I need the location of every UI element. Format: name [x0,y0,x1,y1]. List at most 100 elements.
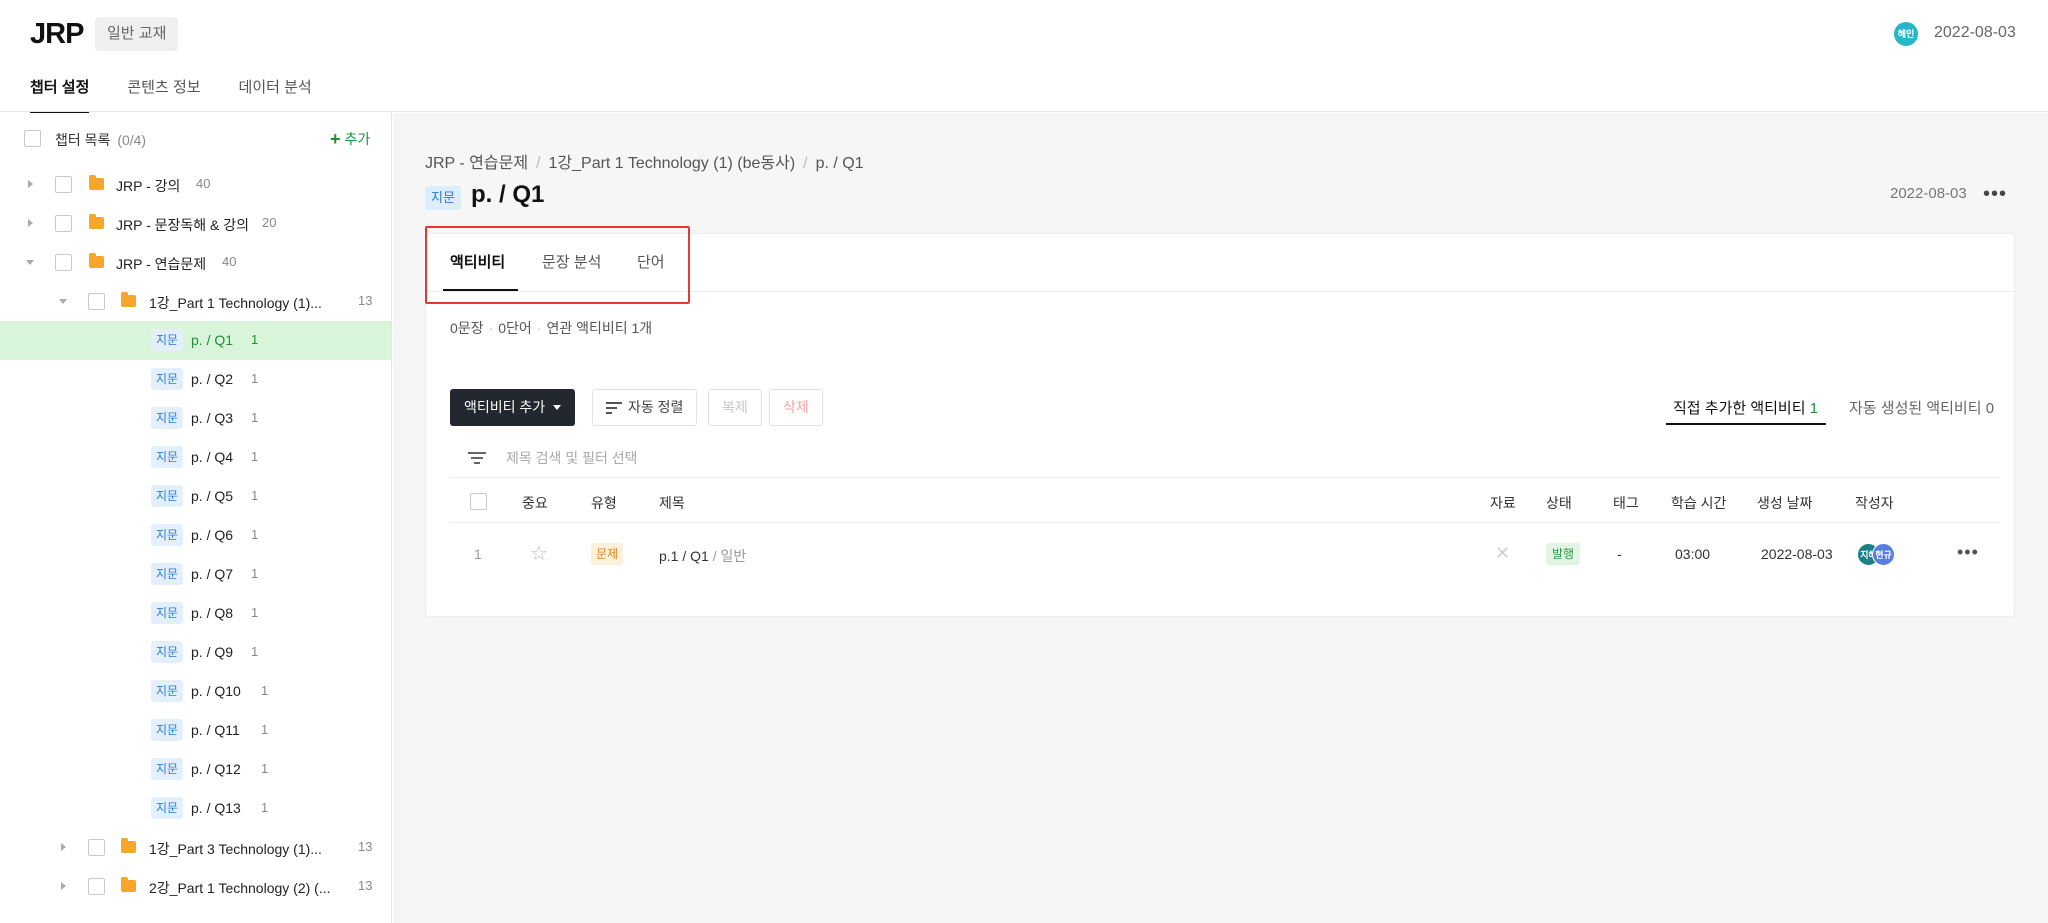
tree-item-count: 1 [251,449,259,464]
add-activity-button[interactable]: 액티비티 추가 [450,389,576,426]
tree-item-label: p. / Q4 [191,449,234,465]
folder-icon [121,838,136,853]
manual-activities-label: 직접 추가한 액티비티 [1673,400,1806,417]
delete-button[interactable]: 삭제 [769,389,823,426]
breadcrumb: JRP - 연습문제 / 1강_Part 1 Technology (1) (be동… [425,149,864,173]
tree-item-label: JRP - 문장독해 & 강의 [116,217,250,233]
filter-icon[interactable] [468,452,486,464]
expand-caret-icon[interactable] [61,843,66,851]
column-type[interactable]: 유형 [591,493,617,513]
tree-item-folder[interactable]: JRP - 강의 40 [0,165,391,204]
column-title[interactable]: 제목 [659,493,685,513]
copy-button[interactable]: 복제 [708,389,762,426]
auto-sort-button[interactable]: 자동 정렬 [592,389,698,426]
column-study-time[interactable]: 학습 시간 [1671,493,1726,513]
add-chapter-button[interactable]: + 추가 [330,129,370,150]
tree-item-count: 1 [261,800,269,815]
expand-caret-icon[interactable] [28,219,33,227]
tree-item-folder[interactable]: 2강_Part 1 Technology (2) (... 13 [0,867,391,906]
folder-icon [89,175,104,190]
collapse-caret-icon[interactable] [59,299,67,304]
tree-item-label: p. / Q3 [191,410,234,426]
activity-title[interactable]: p.1 / Q1 / 일반 [659,546,746,566]
passage-tag: 지문 [151,524,184,546]
chapter-list-header: 챕터 목록 (0/4) + 추가 [0,113,391,165]
tree-item-folder[interactable]: JRP - 연습문제 40 [0,243,391,282]
column-tag[interactable]: 태그 [1613,493,1639,513]
search-filter-placeholder[interactable]: 제목 검색 및 필터 선택 [506,448,637,468]
more-options-icon[interactable]: ••• [1983,183,2007,206]
row-checkbox[interactable] [88,839,105,856]
tree-item-folder[interactable]: 1강_Part 1 Technology (1)... 13 [0,282,391,321]
row-checkbox[interactable] [88,293,105,310]
row-more-icon[interactable]: ••• [1957,542,1979,563]
folder-icon [89,253,104,268]
tree-item-passage[interactable]: 지문 p. / Q10 1 [0,672,391,711]
author-avatar[interactable]: 현규 [1872,543,1895,566]
tab-content-info[interactable]: 콘텐츠 정보 [127,70,200,114]
expand-caret-icon[interactable] [61,882,66,890]
passage-tag: 지문 [151,368,184,390]
tree-item-passage[interactable]: 지문 p. / Q9 1 [0,633,391,672]
tree-item-count: 1 [251,410,259,425]
row-checkbox[interactable] [88,878,105,895]
row-checkbox[interactable] [55,215,72,232]
column-created-date[interactable]: 생성 날짜 [1757,493,1812,513]
column-status[interactable]: 상태 [1546,493,1572,513]
tab-chapter-settings[interactable]: 챕터 설정 [30,70,90,114]
auto-activities-tab[interactable]: 자동 생성된 액티비티 0 [1849,397,1994,418]
column-important[interactable]: 중요 [522,493,548,513]
tree-item-passage[interactable]: 지문 p. / Q7 1 [0,555,391,594]
tree-item-passage[interactable]: 지문 p. / Q2 1 [0,360,391,399]
select-all-rows-checkbox[interactable] [470,493,487,510]
tree-item-passage[interactable]: 지문 p. / Q3 1 [0,399,391,438]
tree-item-count: 1 [261,761,269,776]
breadcrumb-item[interactable]: 1강_Part 1 Technology (1) (be동사) [549,155,796,172]
tree-item-label: 1강_Part 3 Technology (1)... [149,841,322,857]
tree-item-passage[interactable]: 지문 p. / Q8 1 [0,594,391,633]
auto-activities-label: 자동 생성된 액티비티 [1849,400,1982,417]
book-type-badge: 일반 교재 [95,17,179,51]
expand-caret-icon[interactable] [28,180,33,188]
tree-item-passage[interactable]: 지문 p. / Q11 1 [0,711,391,750]
passage-tag: 지문 [151,797,184,819]
user-avatar[interactable]: 혜인 [1894,22,1918,46]
folder-icon [121,292,136,307]
row-checkbox[interactable] [55,176,72,193]
tree-item-passage[interactable]: 지문 p. / Q5 1 [0,477,391,516]
tree-item-passage[interactable]: 지문 p. / Q13 1 [0,789,391,828]
column-author[interactable]: 작성자 [1855,493,1894,513]
search-filter-bar[interactable]: 제목 검색 및 필터 선택 [450,438,2000,478]
tab-vocabulary[interactable]: 단어 [637,251,665,272]
tree-item-passage-selected[interactable]: 지문 p. / Q1 1 [0,321,391,360]
main-content: JRP - 연습문제 / 1강_Part 1 Technology (1) (be동… [393,113,2048,923]
tree-item-passage[interactable]: 지문 p. / Q12 1 [0,750,391,789]
tree-item-passage[interactable]: 지문 p. / Q4 1 [0,438,391,477]
star-icon[interactable]: ☆ [530,541,548,566]
table-row[interactable]: 1 ☆ 문제 p.1 / Q1 / 일반 ✕ 발행 - 03:00 2022-0… [450,524,2000,586]
tab-data-analysis[interactable]: 데이터 분석 [239,70,312,114]
select-all-checkbox[interactable] [24,130,41,147]
collapse-caret-icon[interactable] [26,260,34,265]
activity-type-badge: 문제 [591,543,624,565]
tree-item-count: 1 [251,488,259,503]
breadcrumb-item[interactable]: JRP - 연습문제 [425,155,528,172]
app-logo[interactable]: JRP [30,18,84,51]
tree-item-folder[interactable]: JRP - 문장독해 & 강의 20 [0,204,391,243]
breadcrumb-item-current: p. / Q1 [815,155,864,172]
passage-tag: 지문 [151,680,184,702]
tree-item-passage[interactable]: 지문 p. / Q6 1 [0,516,391,555]
tree-item-label: JRP - 연습문제 [116,256,207,272]
tree-item-label: p. / Q10 [191,683,241,699]
tree-item-label: 1강_Part 1 Technology (1)... [149,295,322,311]
row-checkbox[interactable] [55,254,72,271]
manual-activities-tab[interactable]: 직접 추가한 액티비티 1 [1673,397,1818,418]
tab-sentence-analysis[interactable]: 문장 분석 [542,251,601,272]
row-number: 1 [474,546,482,562]
tree-item-count: 1 [251,644,259,659]
tab-activity[interactable]: 액티비티 [450,251,505,272]
column-material[interactable]: 자료 [1490,493,1516,513]
tree-item-folder[interactable]: 1강_Part 3 Technology (1)... 13 [0,828,391,867]
passage-tag: 지문 [151,407,184,429]
breadcrumb-separator: / [536,155,541,172]
